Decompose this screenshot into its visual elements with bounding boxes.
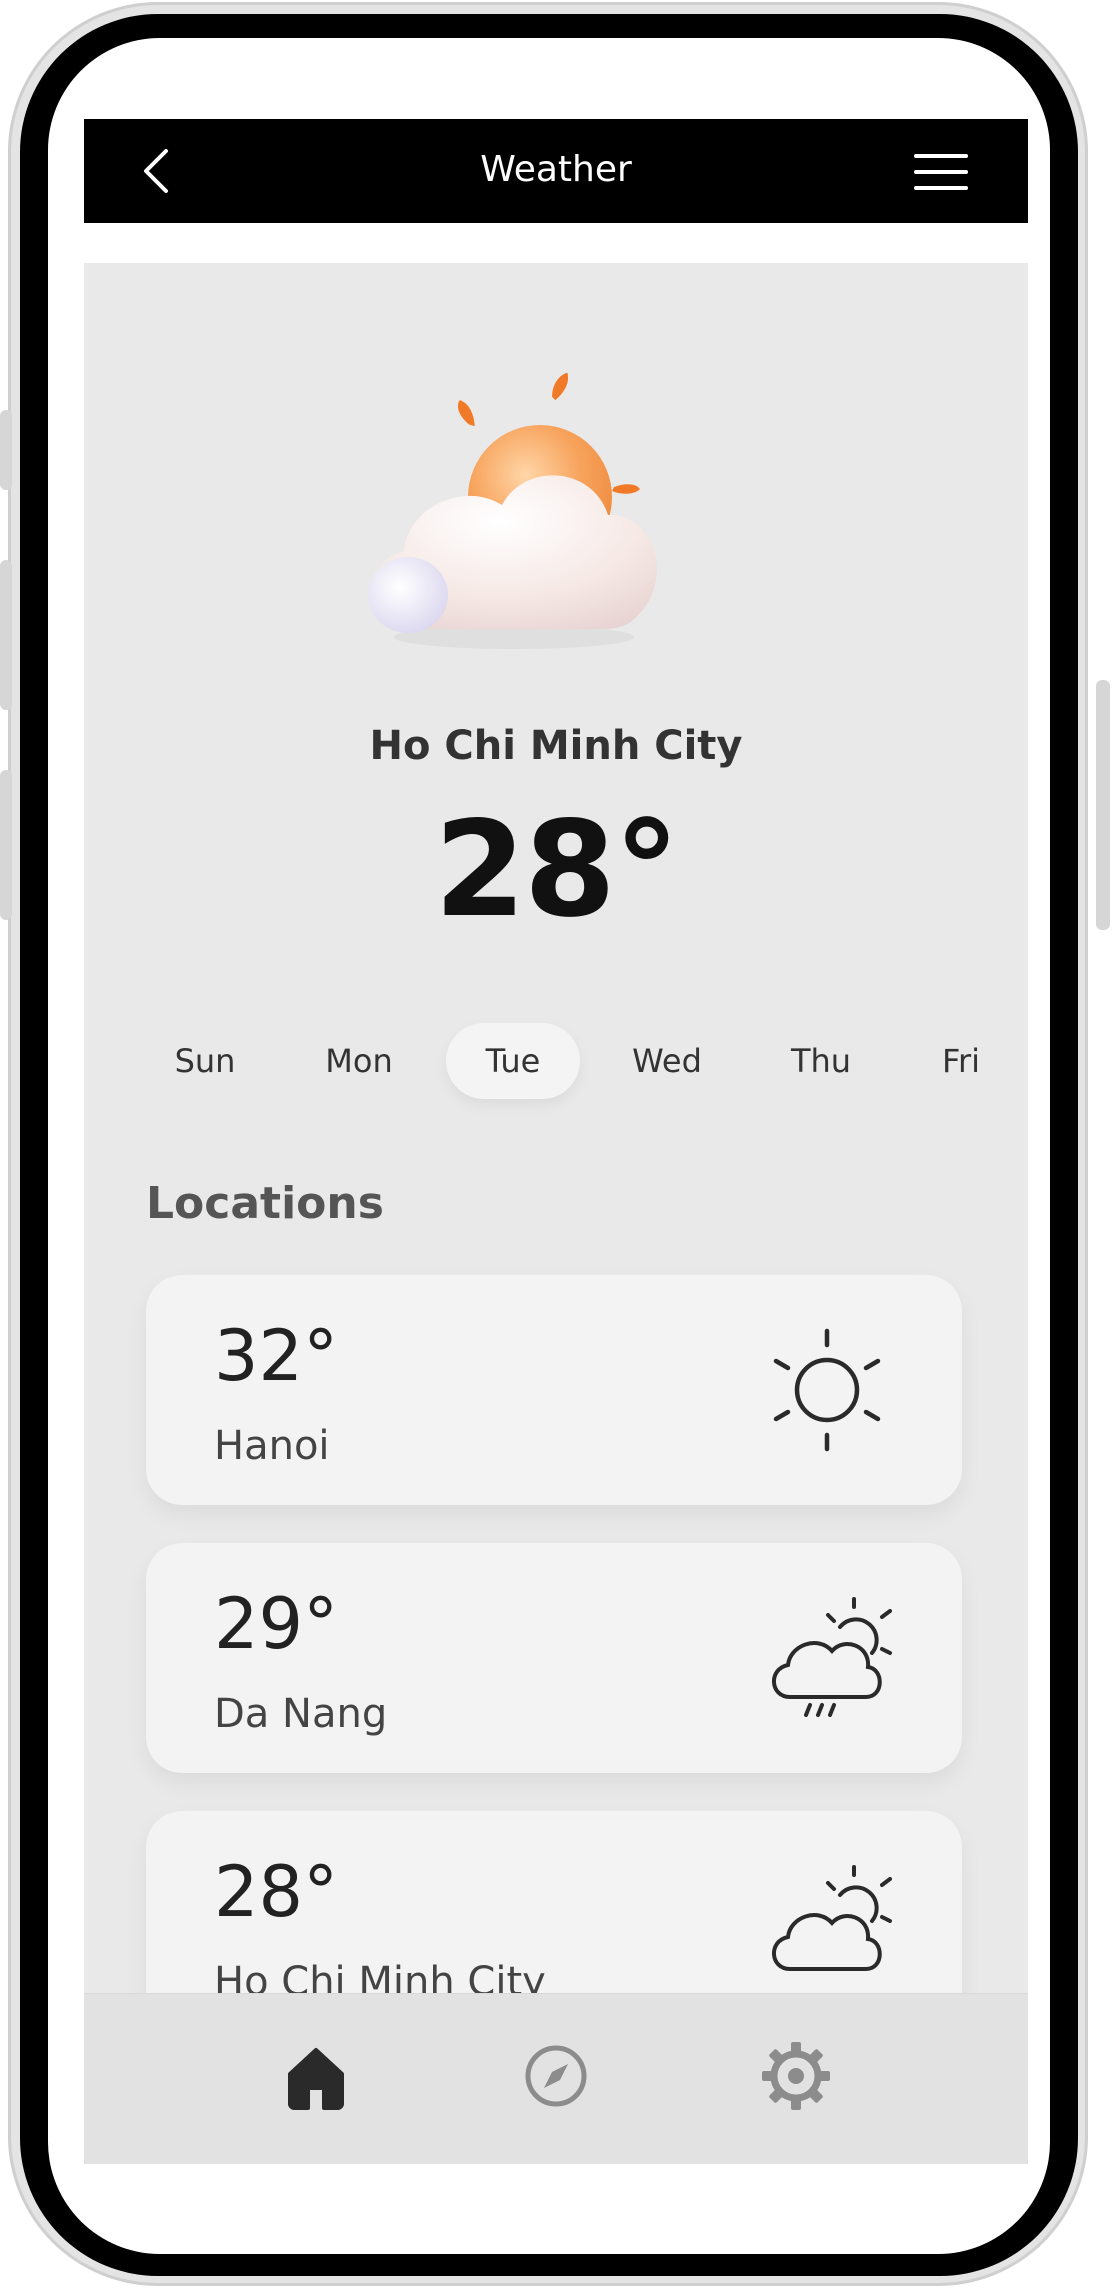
day-tab-mon[interactable]: Mon xyxy=(292,1023,426,1099)
location-temperature: 29° xyxy=(214,1583,339,1665)
location-city: Da Nang xyxy=(214,1691,388,1737)
hamburger-menu-icon[interactable] xyxy=(914,153,968,191)
compass-icon[interactable] xyxy=(516,2036,596,2116)
day-selector: Sun Mon Tue Wed Thu Fri xyxy=(84,1023,1028,1103)
day-tab-fri[interactable]: Fri xyxy=(894,1023,1028,1099)
top-app-bar: Weather xyxy=(84,119,1028,223)
cloud-sun-icon xyxy=(772,1865,892,1971)
sun-icon xyxy=(773,1328,881,1452)
partly-cloudy-3d-icon xyxy=(368,372,657,649)
bottom-navigation xyxy=(84,1993,1028,2164)
home-icon[interactable] xyxy=(276,2036,356,2116)
day-tab-sun[interactable]: Sun xyxy=(138,1023,272,1099)
settings-gear-icon[interactable] xyxy=(756,2036,836,2116)
day-tab-thu[interactable]: Thu xyxy=(754,1023,888,1099)
cloud-sun-rain-icon xyxy=(772,1597,892,1717)
location-temperature: 28° xyxy=(214,1851,339,1933)
side-button xyxy=(1096,680,1110,930)
side-button xyxy=(0,560,12,710)
location-temperature: 32° xyxy=(214,1315,339,1397)
side-button xyxy=(0,770,12,920)
main-content: Ho Chi Minh City 28° Sun Mon Tue Wed Thu… xyxy=(84,263,1028,2163)
current-city: Ho Chi Minh City xyxy=(369,723,743,769)
locations-heading: Locations xyxy=(146,1178,384,1229)
day-tab-wed[interactable]: Wed xyxy=(600,1023,734,1099)
current-temperature: 28° xyxy=(434,793,680,947)
page-title: Weather xyxy=(480,149,632,190)
location-city: Hanoi xyxy=(214,1423,330,1469)
side-button xyxy=(0,410,12,490)
day-tab-tue[interactable]: Tue xyxy=(446,1023,580,1099)
location-card-hanoi[interactable]: 32° Hanoi xyxy=(146,1275,962,1505)
location-card-da-nang[interactable]: 29° Da Nang xyxy=(146,1543,962,1773)
